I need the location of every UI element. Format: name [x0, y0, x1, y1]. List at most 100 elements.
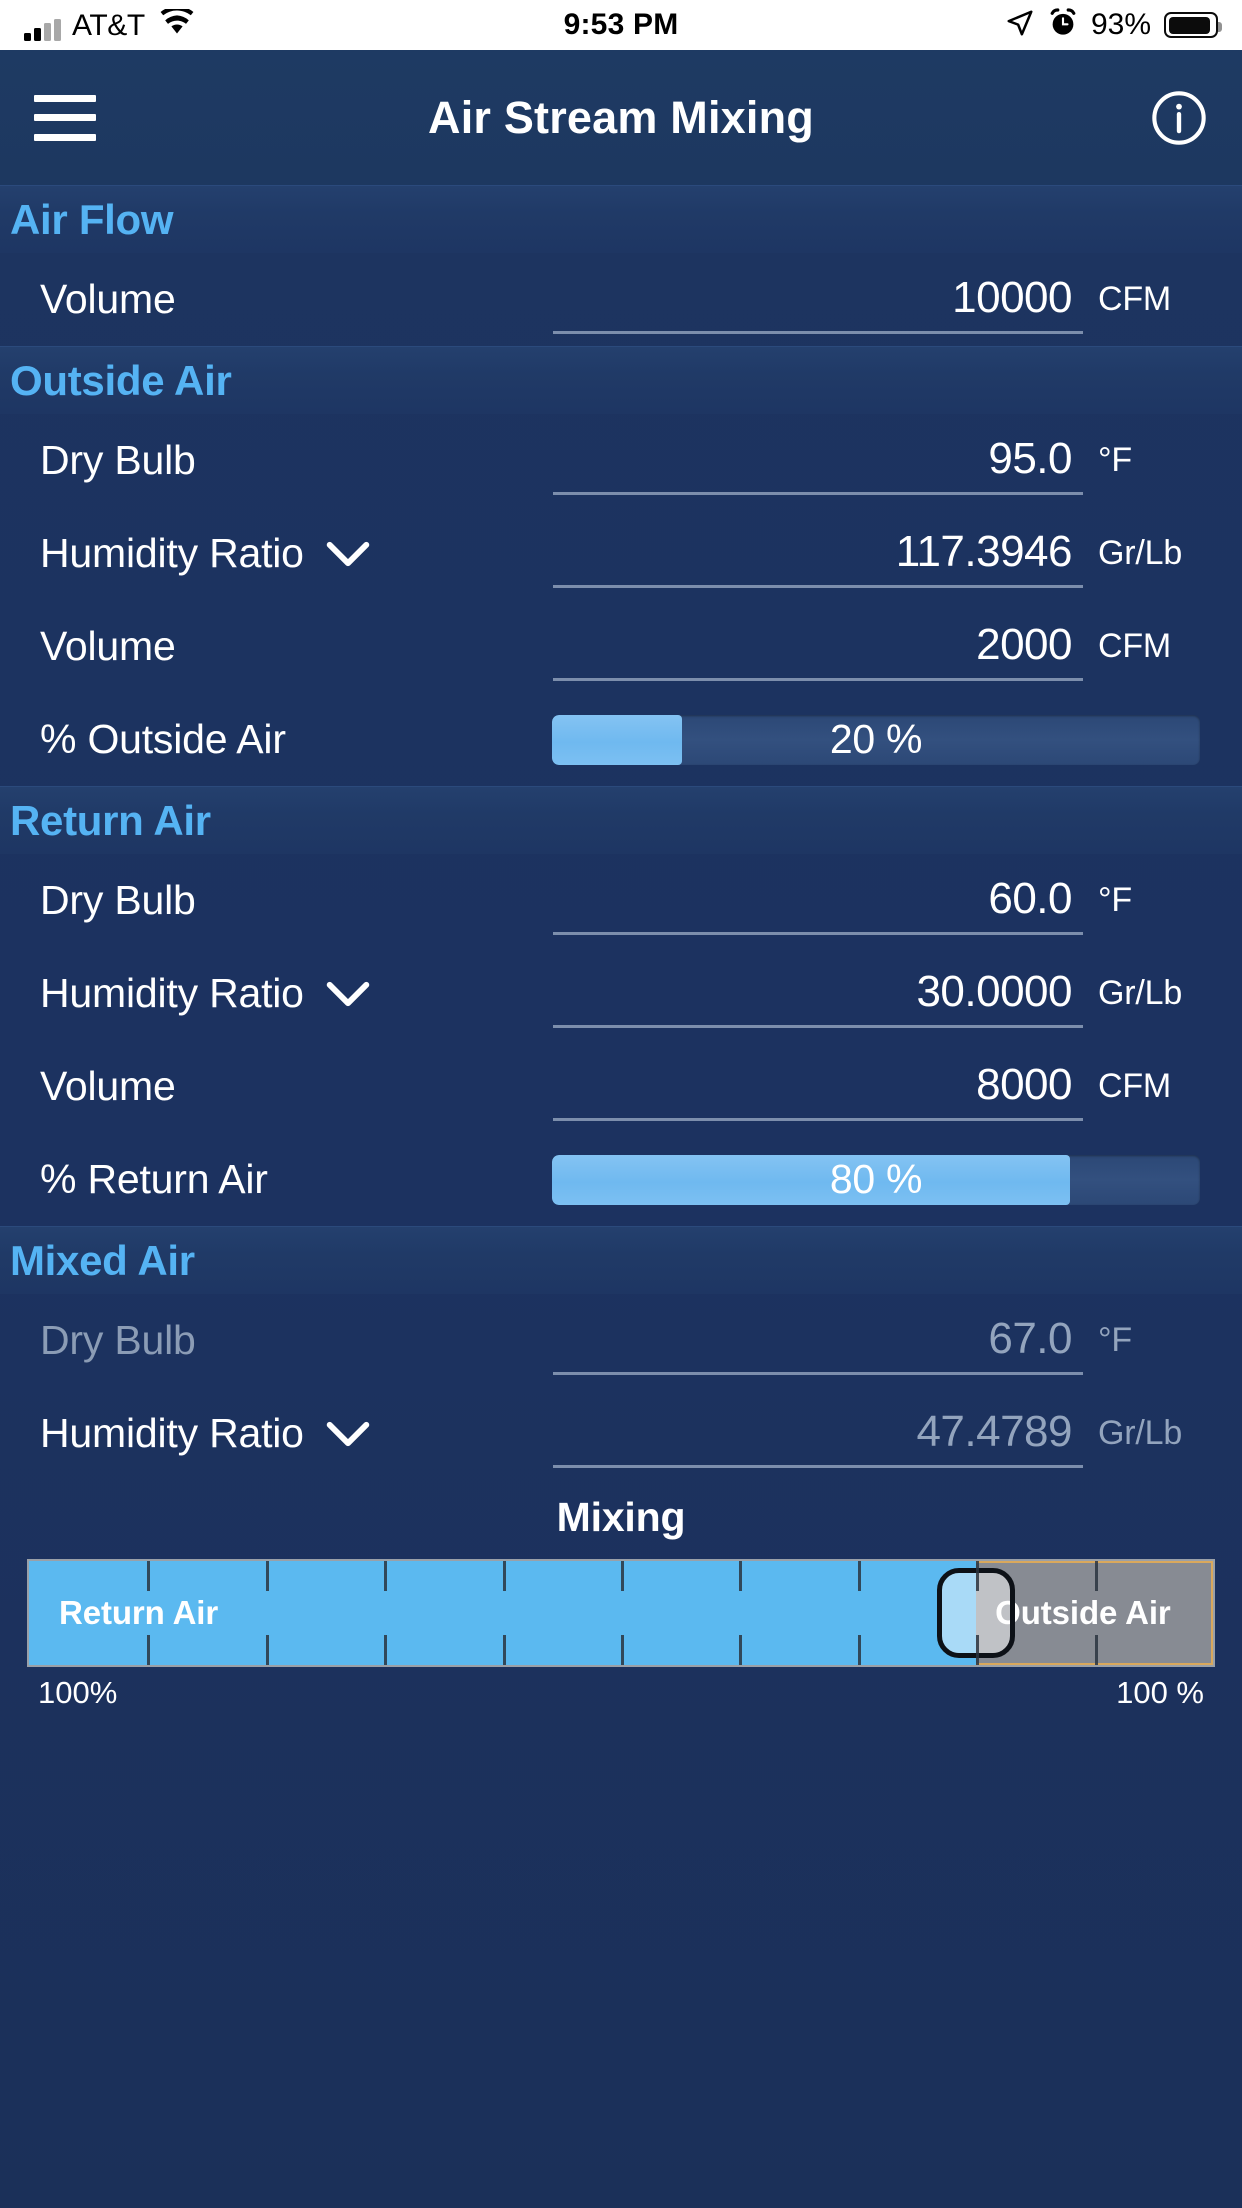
field-unit: °F	[1098, 441, 1132, 479]
slider-tick	[621, 1635, 624, 1665]
slider-tick	[384, 1635, 388, 1665]
field-underline	[553, 585, 1083, 588]
progress-bar-return-air[interactable]: 80 %	[552, 1154, 1200, 1205]
row-humidity-ratio[interactable]: Humidity Ratio 47.4789 Gr/Lb	[0, 1387, 1242, 1480]
row-humidity-ratio[interactable]: Humidity Ratio 30.0000 Gr/Lb	[0, 947, 1242, 1040]
progress-bar-outside-air[interactable]: 20 %	[552, 714, 1200, 765]
section-header-outside-air: Outside Air	[0, 346, 1242, 414]
progress-value: 80 %	[829, 1156, 923, 1202]
field-unit: CFM	[1098, 1067, 1172, 1105]
row-humidity-ratio[interactable]: Humidity Ratio 117.3946 Gr/Lb	[0, 507, 1242, 600]
slider-tick	[265, 1635, 269, 1665]
field-unit: °F	[1098, 881, 1132, 919]
section-header-return-air: Return Air	[0, 786, 1242, 854]
status-bar-right: 93%	[1005, 7, 1222, 43]
slider-tick	[621, 1561, 624, 1591]
row-label: Dry Bulb	[40, 877, 196, 923]
field-value: 30.0000	[916, 966, 1072, 1016]
navigation-bar: Air Stream Mixing	[0, 50, 1242, 185]
status-bar: AT&T 9:53 PM 93%	[0, 0, 1242, 50]
slider-tick	[857, 1635, 861, 1665]
field-unit: Gr/Lb	[1098, 974, 1183, 1012]
section-title: Outside Air	[10, 356, 232, 404]
slider-tick	[739, 1561, 743, 1591]
slider-tick	[147, 1635, 151, 1665]
field-unit: Gr/Lb	[1098, 1414, 1183, 1452]
row-volume[interactable]: Volume 2000 CFM	[0, 600, 1242, 693]
field-value: 60.0	[988, 873, 1072, 923]
chevron-down-icon[interactable]	[326, 539, 370, 569]
slider-tick	[976, 1635, 980, 1665]
location-arrow-icon	[1005, 8, 1035, 43]
field-value: 2000	[976, 619, 1072, 669]
field-unit: CFM	[1098, 280, 1172, 318]
section-header-air-flow: Air Flow	[0, 185, 1242, 253]
slider-tick	[739, 1635, 743, 1665]
mixing-scale-right: 100 %	[1116, 1675, 1204, 1710]
field-underline	[553, 1025, 1083, 1028]
row-dry-bulb[interactable]: Dry Bulb 67.0 °F	[0, 1294, 1242, 1387]
field-underline	[553, 678, 1083, 681]
carrier-label: AT&T	[72, 9, 145, 42]
field-value: 47.4789	[916, 1406, 1072, 1456]
row-label: Volume	[40, 276, 176, 322]
row-label: Humidity Ratio	[40, 970, 304, 1016]
field-underline	[553, 331, 1083, 334]
field-underline	[553, 1372, 1083, 1375]
hamburger-menu-icon[interactable]	[34, 94, 96, 141]
field-underline	[553, 1118, 1083, 1121]
mixing-slider[interactable]: Return Air Outside Air	[27, 1559, 1215, 1667]
mixing-scale-left: 100%	[38, 1675, 118, 1710]
field-value: 10000	[952, 272, 1072, 322]
slider-tick	[1094, 1561, 1098, 1591]
alarm-clock-icon	[1048, 7, 1078, 43]
slider-tick	[265, 1561, 269, 1591]
slider-tick	[976, 1561, 980, 1591]
page-title: Air Stream Mixing	[428, 91, 814, 143]
field-underline	[553, 932, 1083, 935]
slider-tick	[502, 1635, 506, 1665]
row-volume[interactable]: Volume 8000 CFM	[0, 1040, 1242, 1133]
field-value: 95.0	[988, 433, 1072, 483]
field-underline	[553, 1465, 1083, 1468]
row-label: Dry Bulb	[40, 1317, 196, 1363]
row-volume[interactable]: Volume 10000 CFM	[0, 253, 1242, 346]
wifi-icon	[160, 6, 194, 40]
row-label: % Outside Air	[40, 716, 286, 762]
row-dry-bulb[interactable]: Dry Bulb 60.0 °F	[0, 854, 1242, 947]
row-outside-air[interactable]: % Outside Air 20 %	[0, 693, 1242, 786]
section-header-mixed-air: Mixed Air	[0, 1226, 1242, 1294]
mixing-title: Mixing	[556, 1494, 686, 1540]
progress-value: 20 %	[829, 716, 923, 762]
field-unit: CFM	[1098, 627, 1172, 665]
field-unit: °F	[1098, 1321, 1132, 1359]
row-label: Humidity Ratio	[40, 530, 304, 576]
field-value: 117.3946	[895, 526, 1073, 576]
field-unit: Gr/Lb	[1098, 534, 1183, 572]
row-label: Volume	[40, 623, 176, 669]
field-value: 8000	[976, 1059, 1072, 1109]
slider-tick	[147, 1561, 151, 1591]
slider-tick	[1094, 1635, 1098, 1665]
form-content: Air Flow Volume 10000 CFM Outside Air Dry Bul…	[0, 185, 1242, 1480]
slider-tick	[384, 1561, 388, 1591]
section-title: Mixed Air	[10, 1236, 195, 1284]
cellular-signal-icon	[24, 19, 61, 41]
row-return-air[interactable]: % Return Air 80 %	[0, 1133, 1242, 1226]
row-label: Humidity Ratio	[40, 1410, 304, 1456]
chevron-down-icon[interactable]	[326, 1419, 370, 1449]
row-label: Dry Bulb	[40, 437, 196, 483]
row-label: % Return Air	[40, 1156, 268, 1202]
status-bar-left: AT&T	[24, 6, 194, 42]
info-circle-icon[interactable]	[1150, 89, 1208, 147]
battery-percentage: 93%	[1090, 8, 1151, 41]
section-title: Return Air	[10, 796, 211, 844]
field-underline	[553, 492, 1083, 495]
battery-icon	[1164, 12, 1222, 38]
slider-tick	[857, 1561, 861, 1591]
field-value: 67.0	[988, 1313, 1072, 1363]
slider-tick	[502, 1561, 506, 1591]
chevron-down-icon[interactable]	[326, 979, 370, 1009]
row-label: Volume	[40, 1063, 176, 1109]
row-dry-bulb[interactable]: Dry Bulb 95.0 °F	[0, 414, 1242, 507]
